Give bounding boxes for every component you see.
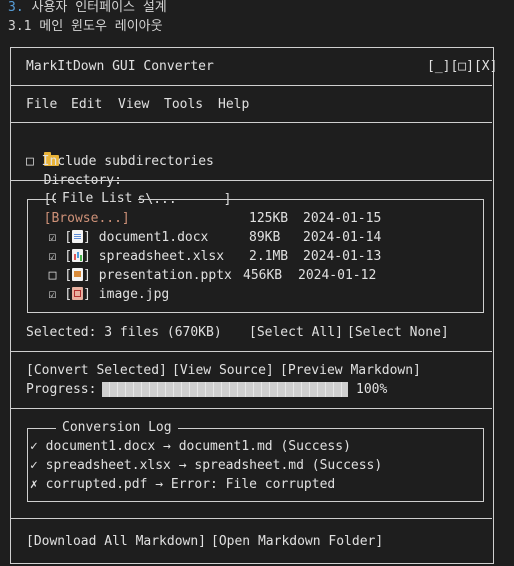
convert-selected-button[interactable]: [Convert Selected]	[26, 361, 167, 380]
section-number: 3.	[8, 0, 24, 15]
success-icon: ✓	[30, 439, 38, 454]
log-divider	[10, 518, 492, 519]
conversion-log-legend: Conversion Log	[56, 418, 178, 437]
menu-file[interactable]: File	[26, 95, 57, 114]
file-list-legend: File List	[56, 189, 139, 208]
select-none-button[interactable]: [Select None]	[347, 323, 449, 342]
selection-summary: Selected: 3 files (670KB)	[26, 325, 222, 340]
subsection-heading: 3.1 메인 윈도우 레이아웃	[8, 19, 163, 34]
download-all-button[interactable]: [Download All Markdown]	[26, 532, 206, 551]
include-subdirs-checkbox[interactable]: □	[26, 154, 34, 169]
menu-view[interactable]: View	[118, 95, 149, 114]
menu-tools[interactable]: Tools	[164, 95, 203, 114]
log-entry-text: document1.docx → document1.md (Success)	[45, 439, 351, 454]
file-name: image.jpg	[98, 287, 170, 302]
progress-fill	[102, 382, 348, 397]
section-heading: 3. 사용자 인터페이스 설계	[8, 0, 167, 17]
menu-help[interactable]: Help	[218, 95, 249, 114]
selection-divider	[10, 351, 492, 352]
select-all-button[interactable]: [Select All]	[249, 323, 343, 342]
include-subdirs-label: Include subdirectories	[41, 154, 214, 169]
log-entry-text: corrupted.pdf → Error: File corrupted	[45, 477, 336, 492]
progress-divider	[10, 408, 492, 409]
log-entry: ✓ spreadsheet.xlsx → spreadsheet.md (Suc…	[30, 456, 382, 475]
open-folder-button[interactable]: [Open Markdown Folder]	[211, 532, 383, 551]
success-icon: ✓	[30, 458, 38, 473]
directory-divider	[10, 180, 492, 181]
log-entry: ✗ corrupted.pdf → Error: File corrupted	[30, 475, 335, 494]
error-icon: ✗	[30, 477, 38, 492]
log-entry: ✓ document1.docx → document1.md (Success…	[30, 437, 351, 456]
file-size: 125KB	[249, 211, 289, 226]
file-size: 89KB	[249, 230, 281, 245]
file-date: 2024-01-13	[303, 249, 382, 264]
progress-label: Progress:	[26, 382, 97, 397]
window-title: MarkItDown GUI Converter	[26, 59, 214, 74]
file-size: 456KB	[243, 268, 283, 283]
log-entry-text: spreadsheet.xlsx → spreadsheet.md (Succe…	[45, 458, 383, 473]
image-icon	[72, 287, 84, 300]
section-title: 사용자 인터페이스 설계	[31, 0, 167, 15]
progress-percent: 100%	[356, 382, 388, 397]
file-date: 2024-01-12	[298, 268, 377, 283]
progress-bar	[102, 382, 348, 397]
menu-edit[interactable]: Edit	[71, 95, 102, 114]
file-checkbox[interactable]: ☑	[49, 287, 57, 302]
view-source-button[interactable]: [View Source]	[172, 361, 274, 380]
titlebar-divider	[10, 85, 492, 86]
include-subdirs-row[interactable]: □ Include subdirectories	[26, 152, 214, 171]
menubar-divider	[10, 122, 492, 123]
file-date: 2024-01-14	[303, 230, 382, 245]
file-date: 2024-01-15	[303, 211, 382, 226]
preview-markdown-button[interactable]: [Preview Markdown]	[280, 361, 421, 380]
file-row[interactable]: ☑ [] image.jpg	[33, 266, 169, 304]
file-size: 2.1MB	[249, 249, 289, 264]
window-controls[interactable]: [_][□][X]	[427, 57, 497, 76]
